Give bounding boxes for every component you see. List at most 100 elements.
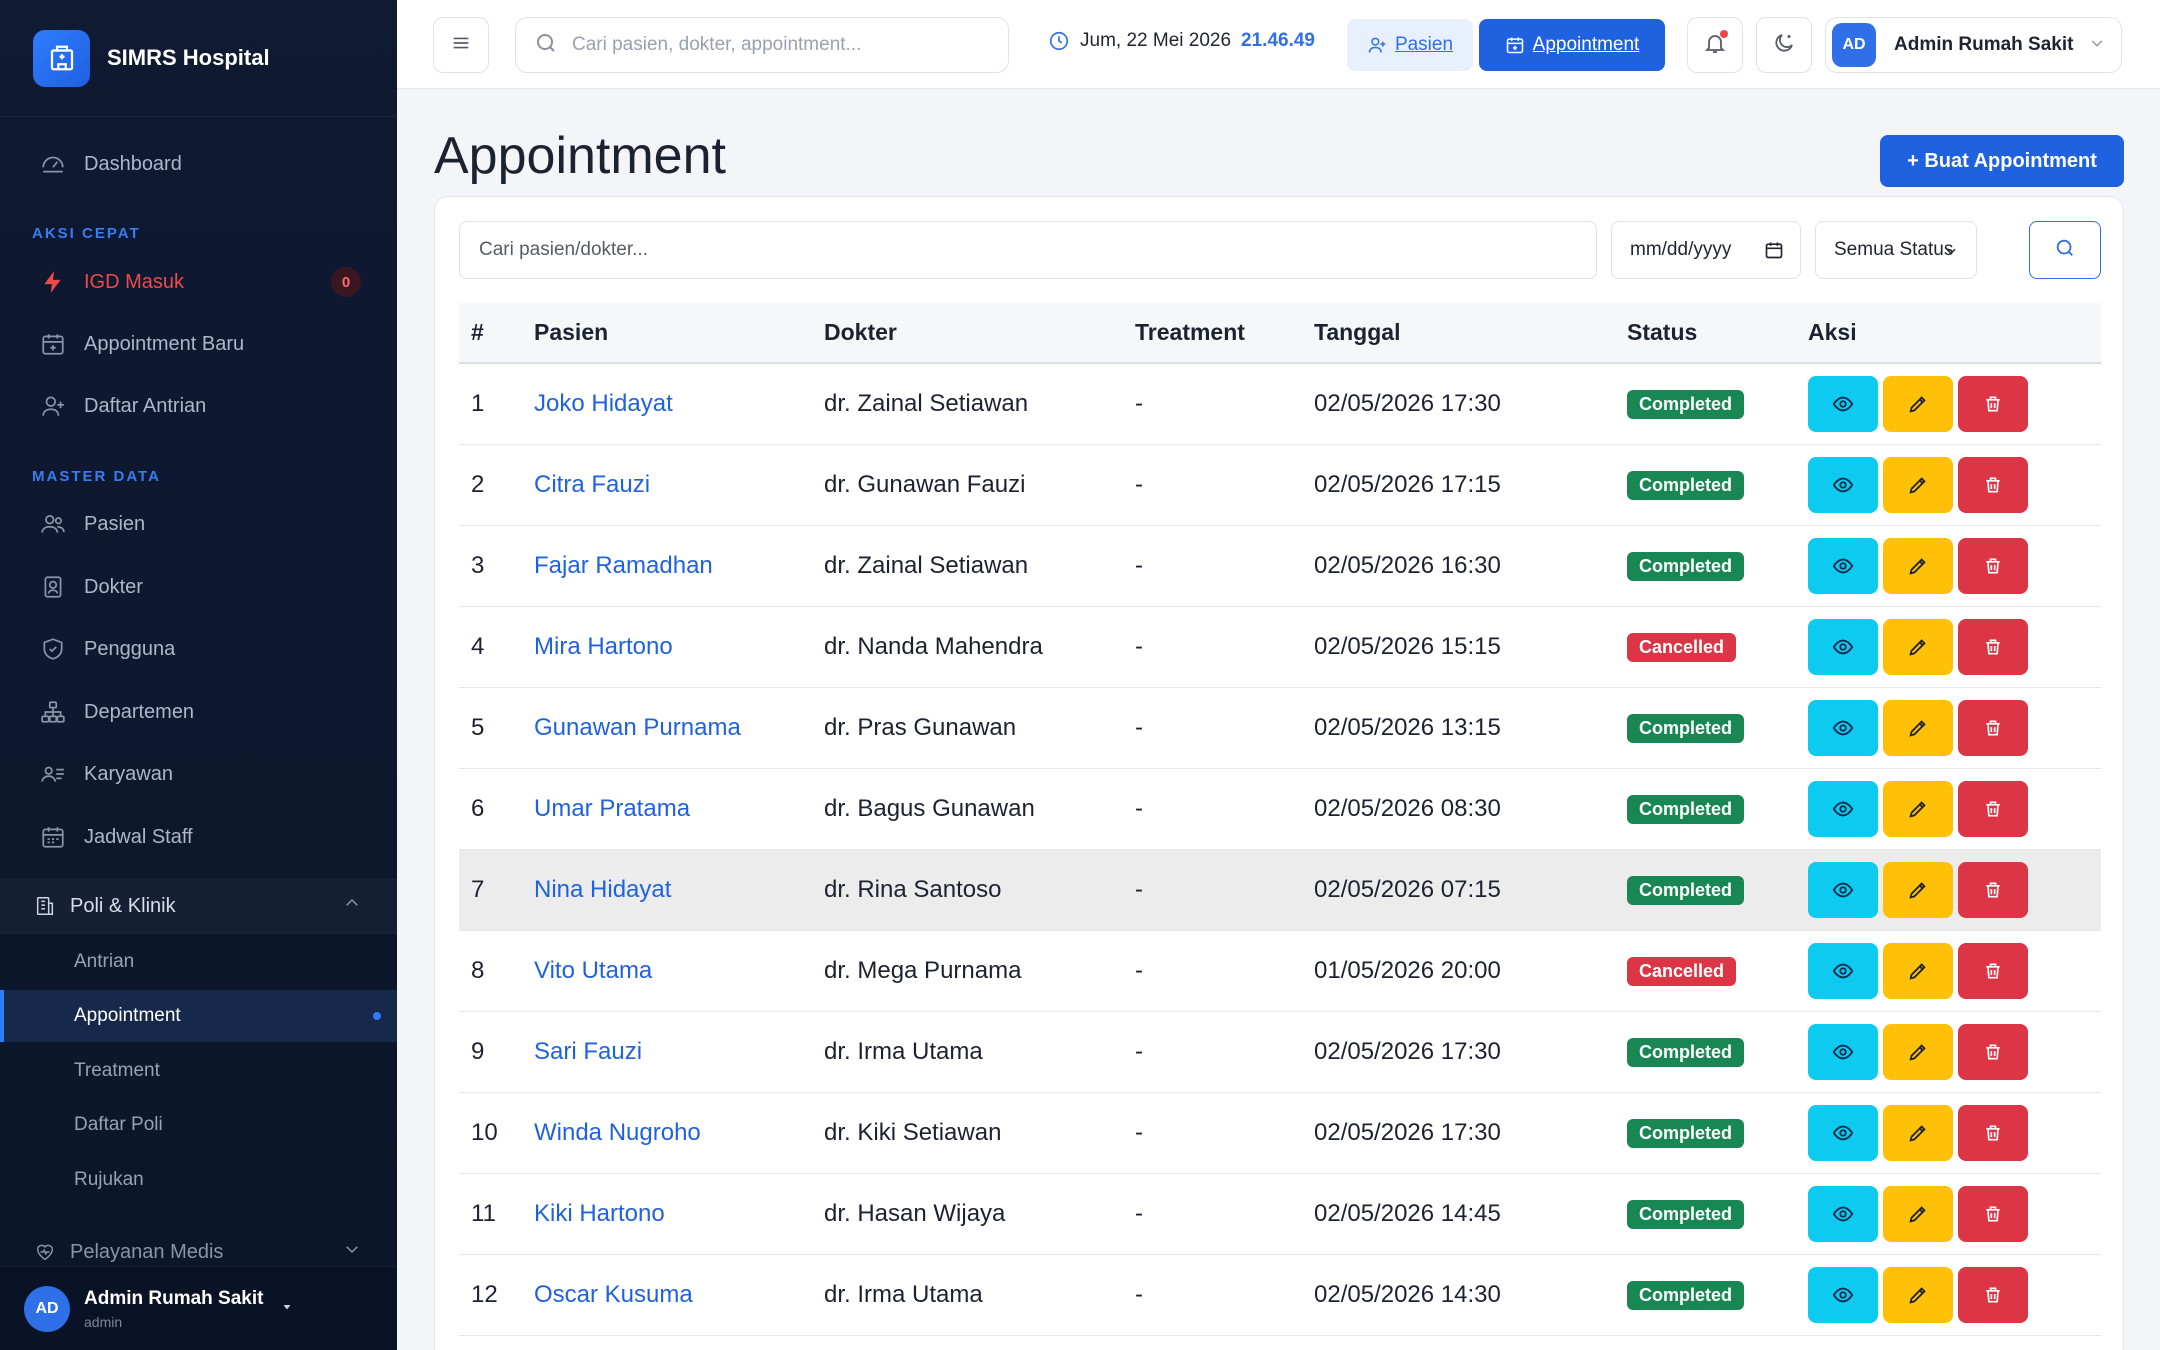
- brand[interactable]: SIMRS Hospital: [0, 0, 397, 117]
- date-cell: 02/05/2026 15:15: [1314, 606, 1627, 688]
- edit-button[interactable]: [1883, 780, 1953, 837]
- user-menu[interactable]: AD Admin Rumah Sakit: [1825, 17, 2122, 73]
- view-button[interactable]: [1808, 1185, 1878, 1242]
- delete-button[interactable]: [1958, 942, 2028, 999]
- sidebar-subitem-treatment[interactable]: Treatment: [0, 1045, 397, 1097]
- quick-appointment-button[interactable]: Appointment: [1479, 19, 1665, 71]
- edit-button[interactable]: [1883, 375, 1953, 432]
- sidebar-subitem-rujukan[interactable]: Rujukan: [0, 1154, 397, 1206]
- patient-link[interactable]: Citra Fauzi: [534, 471, 650, 498]
- sidebar-subitem-appointment[interactable]: Appointment: [0, 990, 397, 1042]
- sidebar-item-queue-list[interactable]: Daftar Antrian: [0, 378, 397, 434]
- column-header[interactable]: Dokter: [824, 303, 1133, 364]
- date-filter[interactable]: mm/dd/yyyy: [1611, 221, 1801, 279]
- patient-link[interactable]: Fajar Ramadhan: [534, 552, 713, 579]
- status-filter-value: Semua Status: [1834, 239, 1954, 260]
- edit-button[interactable]: [1883, 1266, 1953, 1323]
- sidebar-group-poli-klinik[interactable]: Poli & Klinik: [0, 878, 397, 934]
- row-number: 10: [459, 1092, 534, 1174]
- delete-button[interactable]: [1958, 537, 2028, 594]
- edit-button[interactable]: [1883, 618, 1953, 675]
- sidebar-item-igd[interactable]: IGD Masuk 0: [0, 254, 397, 310]
- sidebar-item-pasien[interactable]: Pasien: [0, 496, 397, 552]
- delete-button[interactable]: [1958, 861, 2028, 918]
- delete-button[interactable]: [1958, 699, 2028, 756]
- view-button[interactable]: [1808, 618, 1878, 675]
- column-header[interactable]: Tanggal: [1314, 303, 1627, 364]
- patient-link[interactable]: Winda Nugroho: [534, 1119, 701, 1146]
- view-button[interactable]: [1808, 537, 1878, 594]
- edit-button[interactable]: [1883, 942, 1953, 999]
- sidebar-item-pengguna[interactable]: Pengguna: [0, 621, 397, 677]
- sidebar-subitem-label: Appointment: [74, 1005, 181, 1026]
- patient-link[interactable]: Oscar Kusuma: [534, 1281, 693, 1308]
- column-header[interactable]: #: [459, 303, 534, 364]
- create-appointment-button[interactable]: + Buat Appointment: [1880, 135, 2124, 187]
- column-header[interactable]: Pasien: [534, 303, 824, 364]
- sidebar-subitem-antrian[interactable]: Antrian: [0, 936, 397, 988]
- edit-button[interactable]: [1883, 537, 1953, 594]
- delete-button[interactable]: [1958, 780, 2028, 837]
- edit-button[interactable]: [1883, 1023, 1953, 1080]
- chevron-down-icon: [1944, 242, 1958, 264]
- status-badge: Cancelled: [1627, 632, 1737, 662]
- edit-button[interactable]: [1883, 1104, 1953, 1161]
- edit-button[interactable]: [1883, 861, 1953, 918]
- menu-toggle-button[interactable]: [433, 17, 489, 73]
- status-filter-select[interactable]: Semua Status: [1815, 221, 1977, 279]
- sidebar-item-departemen[interactable]: Departemen: [0, 684, 397, 740]
- view-button[interactable]: [1808, 861, 1878, 918]
- view-button[interactable]: [1808, 942, 1878, 999]
- edit-button[interactable]: [1883, 456, 1953, 513]
- patient-link[interactable]: Sari Fauzi: [534, 1038, 642, 1065]
- pencil-icon: [1907, 960, 1929, 982]
- edit-button[interactable]: [1883, 699, 1953, 756]
- global-search-input[interactable]: [572, 34, 992, 56]
- delete-button[interactable]: [1958, 1185, 2028, 1242]
- topbar: Jum, 22 Mei 2026 21.46.49 Pasien Appoint…: [397, 0, 2160, 89]
- patient-link[interactable]: Nina Hidayat: [534, 876, 671, 903]
- sidebar-item-dokter[interactable]: Dokter: [0, 559, 397, 615]
- delete-button[interactable]: [1958, 456, 2028, 513]
- column-header[interactable]: Treatment: [1133, 303, 1314, 364]
- row-actions: [1808, 1185, 2101, 1242]
- patient-link[interactable]: Kiki Hartono: [534, 1200, 665, 1227]
- patient-link[interactable]: Gunawan Purnama: [534, 714, 741, 741]
- sidebar-item-dashboard[interactable]: Dashboard: [0, 136, 397, 192]
- theme-toggle-button[interactable]: [1756, 17, 1812, 73]
- filter-search[interactable]: [459, 221, 1597, 279]
- delete-button[interactable]: [1958, 375, 2028, 432]
- actions-cell: [1808, 363, 2101, 445]
- view-button[interactable]: [1808, 780, 1878, 837]
- view-button[interactable]: [1808, 1266, 1878, 1323]
- delete-button[interactable]: [1958, 1023, 2028, 1080]
- date-filter-value: mm/dd/yyyy: [1630, 239, 1732, 260]
- view-button[interactable]: [1808, 1104, 1878, 1161]
- delete-button[interactable]: [1958, 618, 2028, 675]
- patient-link[interactable]: Mira Hartono: [534, 633, 673, 660]
- sidebar-user-card[interactable]: AD Admin Rumah Sakit admin: [0, 1266, 397, 1350]
- patient-link[interactable]: Umar Pratama: [534, 795, 690, 822]
- view-button[interactable]: [1808, 1023, 1878, 1080]
- column-header[interactable]: Status: [1627, 303, 1808, 364]
- quick-pasien-button[interactable]: Pasien: [1347, 19, 1473, 71]
- edit-button[interactable]: [1883, 1185, 1953, 1242]
- global-search[interactable]: [515, 17, 1009, 73]
- delete-button[interactable]: [1958, 1104, 2028, 1161]
- sidebar-item-jadwal-staff[interactable]: Jadwal Staff: [0, 809, 397, 865]
- search-button[interactable]: [2029, 221, 2101, 279]
- igd-count-badge: 0: [331, 267, 361, 297]
- patient-link[interactable]: Joko Hidayat: [534, 390, 673, 417]
- notifications-button[interactable]: [1687, 17, 1743, 73]
- filter-search-input[interactable]: [479, 239, 1579, 261]
- sidebar-item-karyawan[interactable]: Karyawan: [0, 746, 397, 802]
- delete-button[interactable]: [1958, 1266, 2028, 1323]
- heart-icon: [34, 1241, 56, 1263]
- view-button[interactable]: [1808, 699, 1878, 756]
- patient-link[interactable]: Vito Utama: [534, 957, 652, 984]
- sidebar-item-new-appointment[interactable]: Appointment Baru: [0, 316, 397, 372]
- view-button[interactable]: [1808, 456, 1878, 513]
- view-button[interactable]: [1808, 375, 1878, 432]
- calendar-icon[interactable]: [1764, 240, 1784, 266]
- sidebar-subitem-daftar-poli[interactable]: Daftar Poli: [0, 1099, 397, 1151]
